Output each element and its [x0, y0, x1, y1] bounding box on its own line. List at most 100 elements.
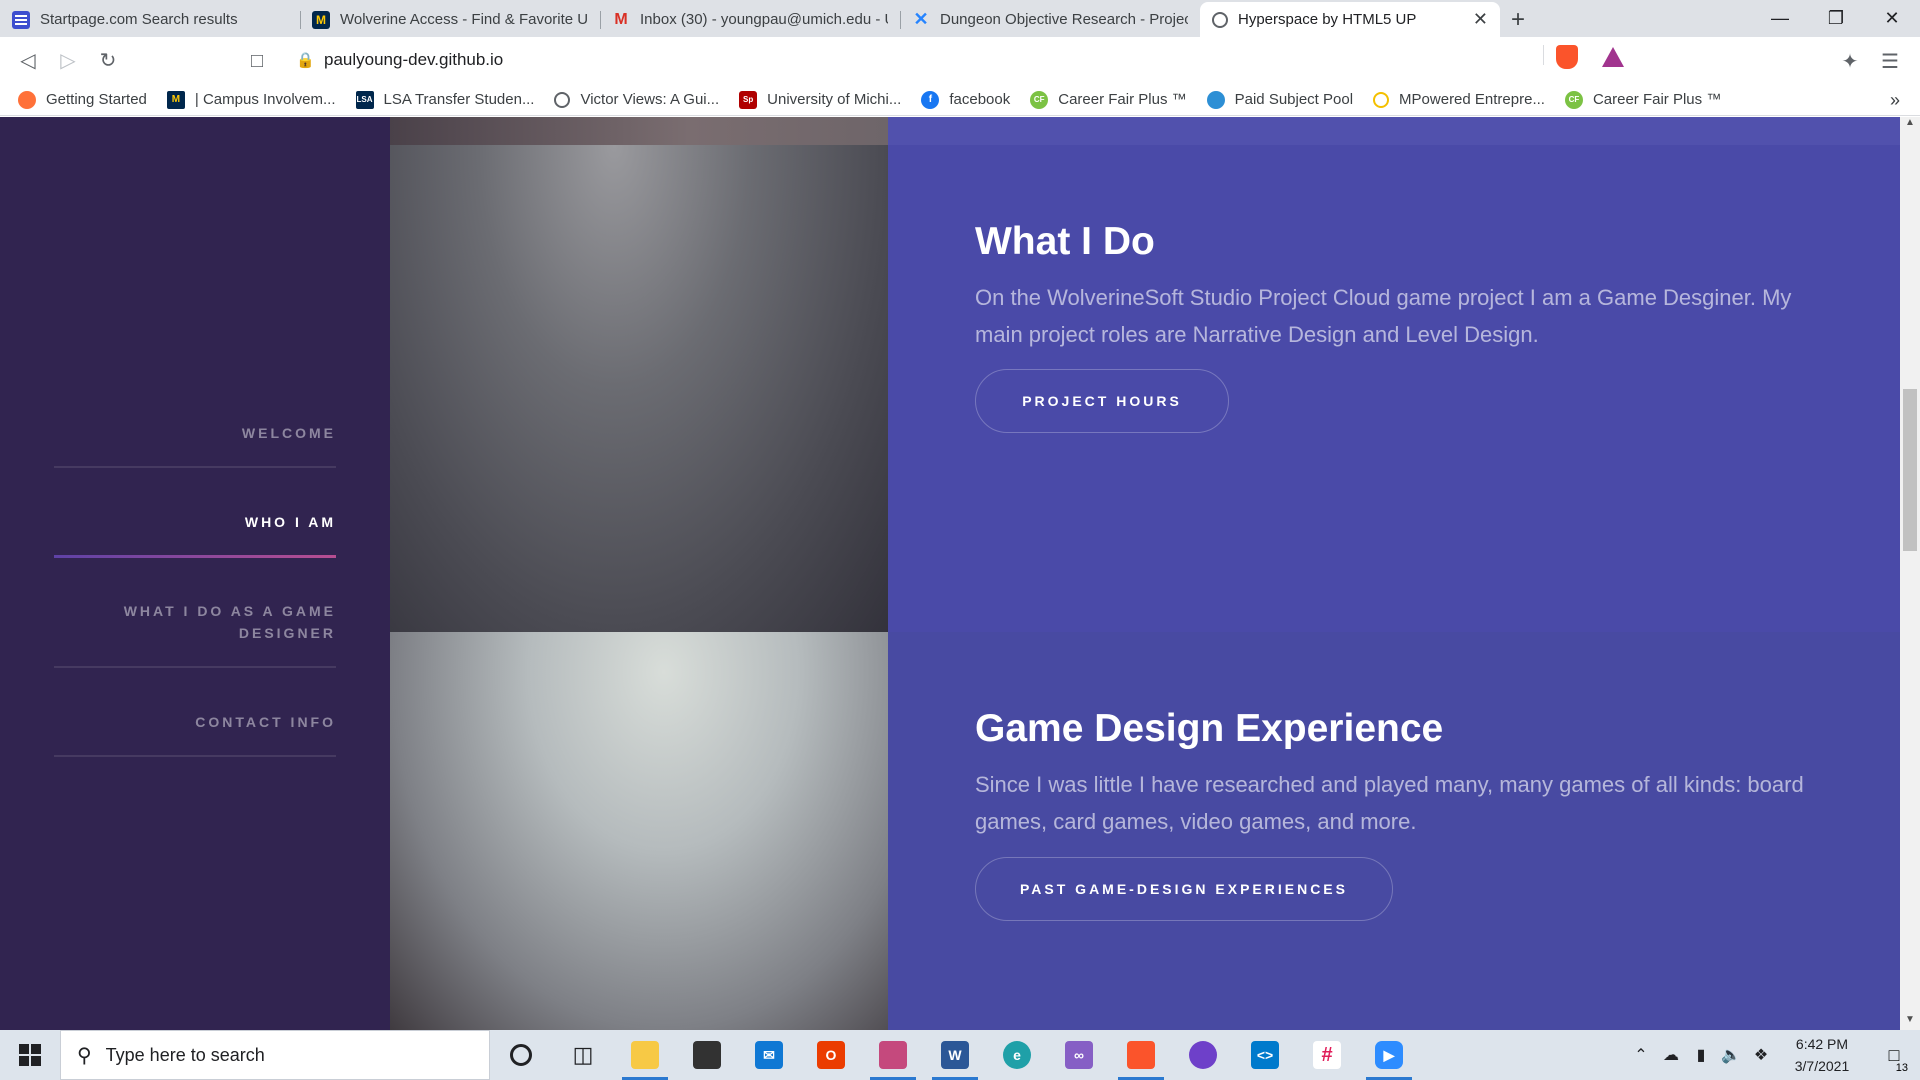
- url-text: paulyoung-dev.github.io: [324, 50, 504, 69]
- sp-icon: Sp: [739, 90, 758, 109]
- past-experiences-button[interactable]: PAST GAME-DESIGN EXPERIENCES: [975, 857, 1393, 921]
- brave-shields-icon[interactable]: [1556, 45, 1578, 69]
- section-what-i-do: What I Do On the WolverineSoft Studio Pr…: [888, 145, 1900, 632]
- search-placeholder: Type here to search: [105, 1044, 265, 1065]
- reload-icon[interactable]: ↻: [88, 41, 128, 81]
- tab-startpage[interactable]: Startpage.com Search results: [0, 2, 300, 37]
- dropbox-icon[interactable]: ❖: [1746, 1045, 1776, 1065]
- bookmark-item[interactable]: Paid Subject Pool: [1206, 90, 1353, 109]
- scroll-up-icon[interactable]: ▲: [1900, 117, 1920, 133]
- page-viewport: WELCOME WHO I AM WHAT I DO AS A GAME DES…: [0, 117, 1900, 1030]
- section-body: Since I was little I have researched and…: [975, 772, 1804, 834]
- extensions-icon[interactable]: ✦: [1830, 41, 1870, 81]
- bookmark-label: | Campus Involvem...: [194, 91, 336, 108]
- gmail-icon: M: [614, 10, 628, 28]
- tab-title: Dungeon Objective Research - Project: [940, 11, 1188, 28]
- address-bar[interactable]: 🔒 paulyoung-dev.github.io: [282, 42, 1636, 78]
- brave-rewards-icon[interactable]: [1602, 47, 1624, 67]
- slack-icon[interactable]: #: [1296, 1030, 1358, 1080]
- firefox-icon: [18, 90, 36, 109]
- github-desktop-icon[interactable]: [1172, 1030, 1234, 1080]
- office-icon[interactable]: O: [800, 1030, 862, 1080]
- bookmark-item[interactable]: Victor Views: A Gui...: [554, 91, 719, 108]
- bookmarks-bar: Getting Started M | Campus Involvem... LS…: [0, 84, 1920, 116]
- windows-taskbar: ⚲ Type here to search ◫ ✉ O W e ∞ <> # ▶…: [0, 1030, 1920, 1080]
- taskbar-clock[interactable]: 6:42 PM 3/7/2021: [1776, 1033, 1868, 1077]
- vscode-icon[interactable]: <>: [1234, 1030, 1296, 1080]
- mail-icon[interactable]: ✉: [738, 1030, 800, 1080]
- bookmark-item[interactable]: Getting Started: [18, 90, 147, 109]
- section-title: Game Design Experience: [975, 707, 1444, 750]
- bookmark-item[interactable]: CF Career Fair Plus ™: [1564, 90, 1721, 109]
- zoom-icon[interactable]: ▶: [1358, 1030, 1420, 1080]
- visual-studio-icon[interactable]: ∞: [1048, 1030, 1110, 1080]
- project-hours-button[interactable]: PROJECT HOURS: [975, 369, 1229, 433]
- menu-icon[interactable]: ☰: [1870, 41, 1910, 81]
- tab-hyperspace[interactable]: Hyperspace by HTML5 UP ✕: [1200, 2, 1500, 37]
- minimize-icon[interactable]: —: [1752, 0, 1808, 37]
- taskbar-search-box[interactable]: ⚲ Type here to search: [60, 1030, 490, 1080]
- tab-confluence[interactable]: ✕ Dungeon Objective Research - Project: [900, 2, 1200, 37]
- system-tray: ⌃ ☁ ▮ 🔈 ❖ 6:42 PM 3/7/2021 □ 13: [1626, 1030, 1920, 1080]
- bookmark-item[interactable]: CF Career Fair Plus ™: [1030, 90, 1187, 109]
- bookmarks-overflow-icon[interactable]: »: [1890, 90, 1900, 111]
- notification-center-icon[interactable]: □ 13: [1868, 1045, 1920, 1074]
- start-button[interactable]: [0, 1030, 60, 1080]
- bookmark-label: Career Fair Plus ™: [1058, 91, 1187, 108]
- back-icon[interactable]: ◁: [8, 41, 48, 81]
- tab-gmail[interactable]: M Inbox (30) - youngpau@umich.edu - U: [600, 2, 900, 37]
- nav-item-contact-info[interactable]: CONTACT INFO: [54, 711, 336, 757]
- bookmark-label: facebook: [949, 91, 1011, 108]
- volume-icon[interactable]: 🔈: [1716, 1045, 1746, 1065]
- section-title: What I Do: [975, 220, 1155, 263]
- careerfair-icon: CF: [1564, 90, 1583, 109]
- battery-icon[interactable]: ▮: [1686, 1045, 1716, 1065]
- clock-time: 6:42 PM: [1795, 1036, 1849, 1052]
- window-controls: — ❐ ✕: [1752, 0, 1920, 37]
- section-image[interactable]: [390, 632, 888, 1030]
- edge-icon[interactable]: e: [986, 1030, 1048, 1080]
- bookmark-item[interactable]: Sp University of Michi...: [739, 90, 901, 109]
- globe-icon: [1212, 11, 1228, 28]
- task-view-icon[interactable]: ◫: [552, 1030, 614, 1080]
- cortana-icon[interactable]: [490, 1030, 552, 1080]
- nav-item-who-i-am[interactable]: WHO I AM: [54, 511, 336, 558]
- new-tab-button[interactable]: +: [1500, 2, 1536, 37]
- address-divider: [1543, 45, 1544, 65]
- lock-icon: 🔒: [296, 52, 315, 69]
- bookmark-icon[interactable]: □: [237, 41, 277, 81]
- mpowered-icon: [1373, 91, 1390, 108]
- close-tab-icon[interactable]: ✕: [1473, 9, 1488, 30]
- sona-icon: [1206, 90, 1225, 109]
- tab-title: Wolverine Access - Find & Favorite Un: [340, 11, 588, 28]
- bookmark-item[interactable]: MPowered Entrepre...: [1373, 91, 1545, 108]
- section-panel: [888, 117, 1900, 147]
- page-scrollbar[interactable]: ▲ ▼: [1900, 117, 1920, 1030]
- snip-icon[interactable]: [862, 1030, 924, 1080]
- scroll-down-icon[interactable]: ▼: [1900, 1014, 1920, 1030]
- bookmark-item[interactable]: f facebook: [921, 90, 1011, 109]
- tab-wolverine-access[interactable]: M Wolverine Access - Find & Favorite Un: [300, 2, 600, 37]
- nav-item-welcome[interactable]: WELCOME: [54, 422, 336, 468]
- word-icon[interactable]: W: [924, 1030, 986, 1080]
- facebook-icon: f: [921, 90, 940, 109]
- umich-icon: M: [166, 90, 185, 109]
- onedrive-icon[interactable]: ☁: [1656, 1045, 1686, 1065]
- bookmark-item[interactable]: LSA LSA Transfer Studen...: [355, 90, 534, 109]
- brave-icon[interactable]: [1110, 1030, 1172, 1080]
- globe-icon: [554, 91, 571, 108]
- tab-title: Startpage.com Search results: [40, 11, 238, 28]
- file-explorer-icon[interactable]: [614, 1030, 676, 1080]
- section-image: [390, 117, 888, 145]
- bookmark-item[interactable]: M | Campus Involvem...: [166, 90, 336, 109]
- close-window-icon[interactable]: ✕: [1864, 0, 1920, 37]
- scrollbar-thumb[interactable]: [1903, 389, 1917, 551]
- restore-icon[interactable]: ❐: [1808, 0, 1864, 37]
- section-game-design-experience: Game Design Experience Since I was littl…: [888, 632, 1900, 1030]
- nav-item-what-i-do[interactable]: WHAT I DO AS A GAME DESIGNER: [54, 600, 336, 668]
- store-icon[interactable]: [676, 1030, 738, 1080]
- forward-icon[interactable]: ▷: [48, 41, 88, 81]
- browser-toolbar: ◁ ▷ ↻ □ 🔒 paulyoung-dev.github.io ✦ ☰: [0, 37, 1920, 84]
- show-hidden-icons-icon[interactable]: ⌃: [1626, 1045, 1656, 1065]
- section-image[interactable]: [390, 145, 888, 632]
